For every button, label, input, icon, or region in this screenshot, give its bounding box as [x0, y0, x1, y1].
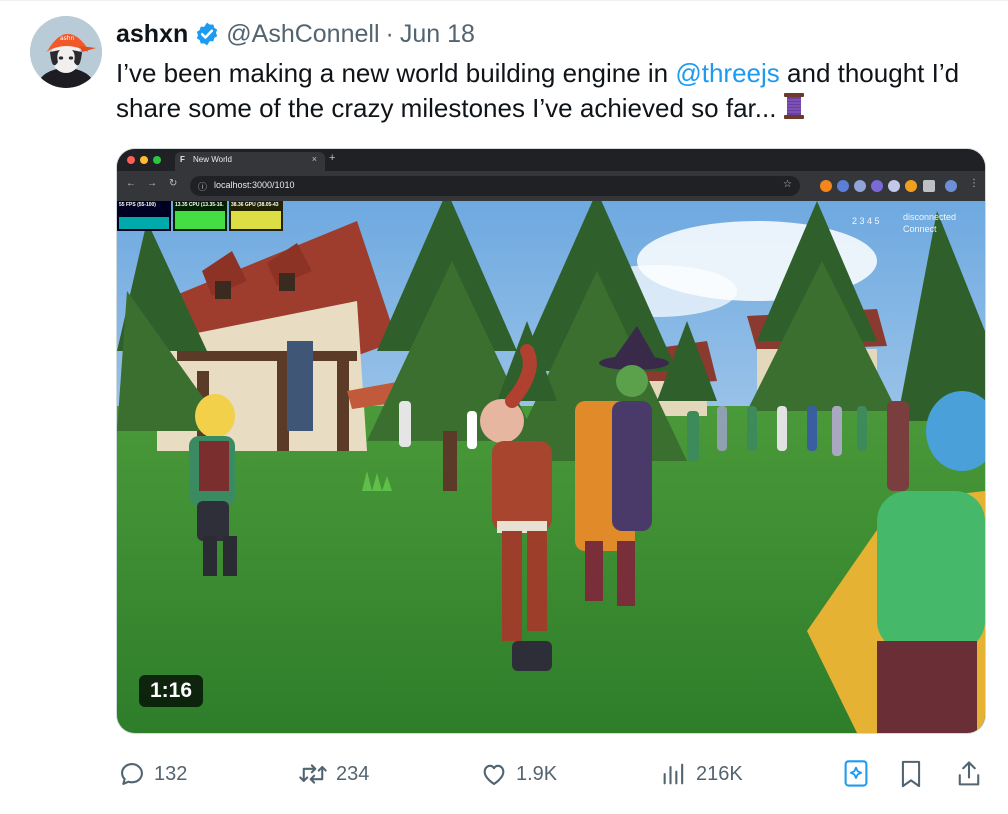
view-count: 216K [696, 762, 743, 785]
bookmark-star-icon: ☆ [783, 179, 792, 190]
tweet-text-part1: I’ve been making a new world building en… [116, 58, 676, 88]
repost-button[interactable]: 234 [298, 752, 369, 796]
profile-icon [945, 180, 957, 192]
extension-icon [905, 180, 917, 192]
tweet-text: I’ve been making a new world building en… [116, 56, 996, 130]
avatar[interactable]: ashn [30, 16, 102, 88]
like-count: 1.9K [516, 762, 558, 785]
minimize-window-icon [140, 156, 148, 164]
browser-tab-bar: F New World × + [117, 149, 985, 171]
extension-icon [837, 180, 849, 192]
hud-status-disconnected: disconnected [903, 212, 957, 222]
reply-count: 132 [154, 762, 188, 785]
thread-spool-icon [782, 91, 806, 130]
video-player[interactable]: F New World × + ← → ↻ ⓘ localhost:3000/1… [117, 149, 985, 733]
gpu-panel: 38.36 GPU (38.05-43 [229, 201, 283, 231]
heart-icon [483, 764, 505, 785]
tweet: ashn ashxn @AshConnell · Jun 18 I’ve bee… [0, 0, 1008, 814]
reply-button[interactable]: 132 [118, 752, 187, 796]
bookmark-button[interactable] [898, 752, 924, 796]
hud-connect-button: Connect [903, 224, 937, 234]
zoom-window-icon [153, 156, 161, 164]
action-bar: 132 234 1.9K 216K [0, 752, 1008, 796]
game-scene [117, 201, 985, 733]
share-button[interactable] [955, 752, 983, 796]
tab-title: New World [193, 155, 232, 164]
tab-close-icon: × [311, 154, 317, 164]
cpu-panel: 13.35 CPU (13.35-16. [173, 201, 227, 231]
forward-arrow-icon: → [147, 178, 157, 189]
repost-icon [299, 764, 327, 784]
extension-icon [888, 180, 900, 192]
svg-text:ashn: ashn [60, 35, 75, 42]
separator-dot: · [385, 19, 394, 48]
fps-label: 55 FPS (55-100) [119, 202, 156, 208]
tweet-date[interactable]: Jun 18 [400, 20, 475, 49]
bookmark-icon [901, 760, 921, 788]
grok-button[interactable] [842, 752, 870, 796]
extension-icon [871, 180, 883, 192]
cpu-label: 13.35 CPU (13.35-16. [175, 202, 224, 208]
avatar-image: ashn [30, 16, 102, 88]
reply-icon [121, 763, 143, 785]
tab-favicon-icon: F [180, 155, 185, 164]
author-name[interactable]: ashxn [116, 20, 188, 49]
video-duration: 1:16 [139, 675, 204, 707]
share-icon [958, 761, 980, 786]
author-handle[interactable]: @AshConnell [226, 20, 379, 49]
gpu-label: 38.36 GPU (38.05-43 [231, 202, 279, 208]
address-bar: ⓘ localhost:3000/1010 ☆ [190, 176, 800, 196]
close-window-icon [127, 156, 135, 164]
tweet-header: ashxn @AshConnell · Jun 18 [116, 17, 475, 51]
browser-toolbar: ← → ↻ ⓘ localhost:3000/1010 ☆ ⋮ [117, 171, 985, 201]
extensions-puzzle-icon [923, 180, 935, 192]
like-button[interactable]: 1.9K [480, 752, 557, 796]
repost-count: 234 [336, 762, 370, 785]
grok-analyze-icon [844, 760, 868, 787]
kebab-menu-icon: ⋮ [969, 178, 979, 189]
analytics-bars-icon [663, 763, 684, 785]
verified-badge-icon [194, 21, 220, 47]
extension-icon [854, 180, 866, 192]
new-tab-icon: + [329, 152, 336, 164]
back-arrow-icon: ← [126, 178, 136, 189]
mention-link[interactable]: @threejs [675, 58, 779, 88]
reload-icon: ↻ [169, 178, 178, 189]
fps-panel: 55 FPS (55-100) [117, 201, 171, 231]
views-button[interactable]: 216K [660, 752, 743, 796]
site-info-icon: ⓘ [198, 182, 208, 192]
browser-tab: F New World × [175, 152, 325, 171]
divider [0, 0, 1008, 1]
address-url: localhost:3000/1010 [214, 180, 295, 190]
extension-icon [820, 180, 832, 192]
hud-numbers: 2 3 4 5 [852, 216, 880, 226]
